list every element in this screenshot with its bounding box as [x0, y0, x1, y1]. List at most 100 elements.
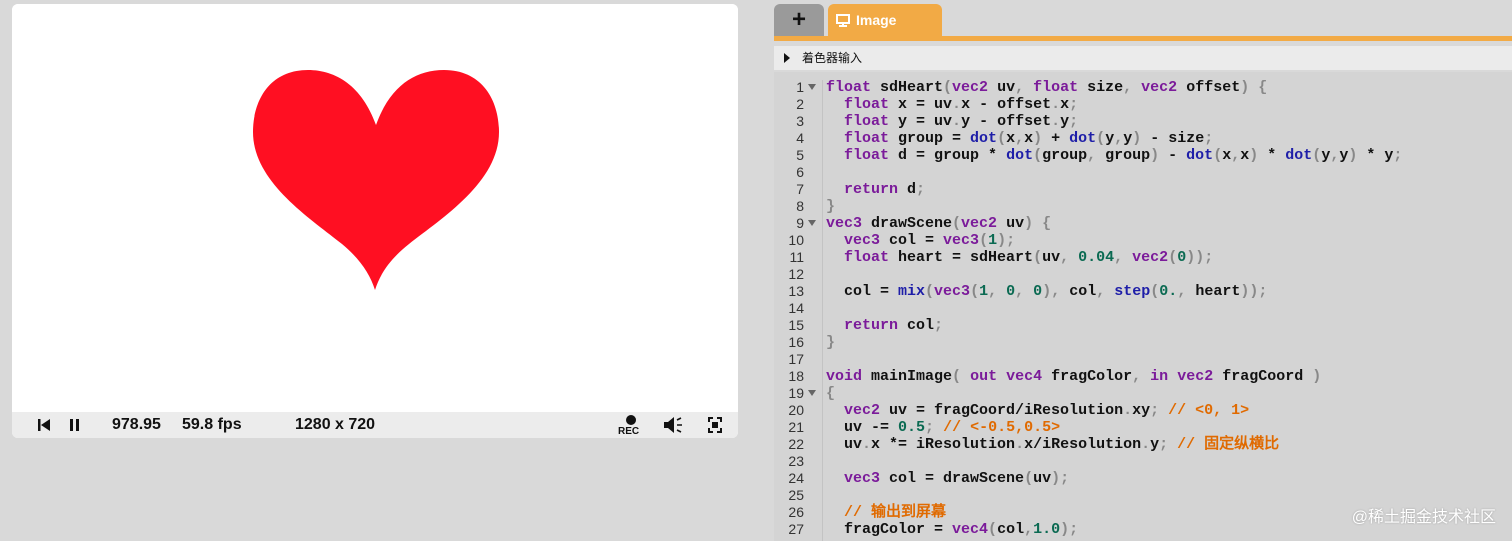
- line-number: 21: [788, 419, 804, 435]
- code-line[interactable]: 23: [774, 453, 1512, 470]
- code-line[interactable]: 12: [774, 266, 1512, 283]
- code-line[interactable]: 20 vec2 uv = fragCoord/iResolution.xy; /…: [774, 402, 1512, 419]
- code-text: float x = uv.x - offset.x;: [844, 96, 1079, 113]
- code-text: col = mix(vec3(1, 0, 0), col, step(0., h…: [826, 283, 1268, 300]
- code-line[interactable]: 21 uv -= 0.5; // <-0.5,0.5>: [774, 419, 1512, 436]
- code-line[interactable]: 25: [774, 487, 1512, 504]
- fps-readout: 59.8 fps: [182, 416, 242, 433]
- code-line[interactable]: 2 float x = uv.x - offset.x;: [774, 96, 1512, 113]
- line-number: 12: [788, 266, 804, 282]
- line-number: 25: [788, 487, 804, 503]
- code-line[interactable]: 24 vec3 col = drawScene(uv);: [774, 470, 1512, 487]
- volume-button[interactable]: [662, 412, 684, 438]
- tab-image[interactable]: Image: [828, 4, 942, 37]
- code-line[interactable]: 8}: [774, 198, 1512, 215]
- code-line[interactable]: 5 float d = group * dot(group, group) - …: [774, 147, 1512, 164]
- code-line[interactable]: 3 float y = uv.y - offset.y;: [774, 113, 1512, 130]
- code-line[interactable]: 22 uv.x *= iResolution.x/iResolution.y; …: [774, 436, 1512, 453]
- line-number: 14: [788, 300, 804, 316]
- fold-arrow-icon[interactable]: [808, 220, 816, 226]
- code-line[interactable]: 11 float heart = sdHeart(uv, 0.04, vec2(…: [774, 249, 1512, 266]
- line-number: 27: [788, 521, 804, 537]
- shader-inputs-toggle[interactable]: 着色器输入: [774, 46, 1512, 70]
- code-line[interactable]: 13 col = mix(vec3(1, 0, 0), col, step(0.…: [774, 283, 1512, 300]
- line-number: 20: [788, 402, 804, 418]
- resolution-readout: 1280 x 720: [295, 416, 376, 433]
- line-number: 13: [788, 283, 804, 299]
- code-text: uv -= 0.5; // <-0.5,0.5>: [826, 419, 1061, 436]
- code-line[interactable]: 1 float sdHeart(vec2 uv, float size, vec2…: [774, 79, 1512, 96]
- line-number: 10: [788, 232, 804, 248]
- code-text: }: [826, 334, 836, 351]
- watermark: @稀土掘金技术社区: [1351, 509, 1496, 526]
- tab-underline: [774, 36, 1512, 41]
- player-controls: 978.95 59.8 fps 1280 x 720 REC: [12, 412, 738, 438]
- line-number: 1: [796, 79, 804, 95]
- code-text: float d = group * dot(group, group) - do…: [844, 147, 1403, 164]
- expand-triangle-icon: [784, 53, 790, 63]
- line-number: 17: [788, 351, 804, 367]
- editor-tabs: + Image: [774, 2, 1512, 38]
- code-text: float heart = sdHeart(uv, 0.04, vec2(0))…: [844, 249, 1214, 266]
- code-line[interactable]: 15 return col;: [774, 317, 1512, 334]
- code-line[interactable]: 6: [774, 164, 1512, 181]
- monitor-icon: [836, 14, 850, 27]
- code-text: uv.x *= iResolution.x/iResolution.y; // …: [826, 436, 1280, 453]
- code-line[interactable]: 14: [774, 300, 1512, 317]
- rewind-icon: [38, 419, 50, 431]
- line-number: 2: [796, 96, 804, 112]
- fold-arrow-icon[interactable]: [808, 390, 816, 396]
- code-text: void mainImage( out vec4 fragColor, in v…: [826, 368, 1322, 385]
- code-text: float group = dot(x,x) + dot(y,y) - size…: [844, 130, 1214, 147]
- pause-icon: [70, 419, 79, 431]
- pause-button[interactable]: [68, 412, 82, 438]
- fold-arrow-icon[interactable]: [808, 84, 816, 90]
- code-text: return col;: [844, 317, 944, 334]
- line-number: 6: [796, 164, 804, 180]
- code-line[interactable]: 17: [774, 351, 1512, 368]
- code-line[interactable]: 9 vec3 drawScene(vec2 uv) {: [774, 215, 1512, 232]
- line-number: 15: [788, 317, 804, 333]
- shader-inputs-label: 着色器输入: [802, 51, 863, 65]
- line-number: 4: [796, 130, 804, 146]
- line-number: 19: [788, 385, 804, 401]
- tab-image-label: Image: [856, 12, 897, 28]
- code-text: vec3 drawScene(vec2 uv) {: [826, 215, 1052, 232]
- record-button[interactable]: REC: [618, 412, 642, 438]
- time-readout: 978.95: [112, 416, 161, 433]
- code-line[interactable]: 18 void mainImage( out vec4 fragColor, in…: [774, 368, 1512, 385]
- code-line[interactable]: 10 vec3 col = vec3(1);: [774, 232, 1512, 249]
- line-number: 9: [796, 215, 804, 231]
- code-line[interactable]: 16}: [774, 334, 1512, 351]
- code-text: {: [826, 385, 836, 402]
- line-number: 24: [788, 470, 804, 486]
- code-lines: 1 float sdHeart(vec2 uv, float size, vec2…: [774, 79, 1512, 538]
- code-text: vec3 col = drawScene(uv);: [844, 470, 1070, 487]
- line-number: 18: [788, 368, 804, 384]
- code-text: float y = uv.y - offset.y;: [844, 113, 1079, 130]
- record-icon: [626, 415, 636, 425]
- line-number: 5: [796, 147, 804, 163]
- line-number: 16: [788, 334, 804, 350]
- line-number: 3: [796, 113, 804, 129]
- fullscreen-button[interactable]: [706, 412, 724, 438]
- code-text: vec2 uv = fragCoord/iResolution.xy; // <…: [844, 402, 1250, 419]
- heart-shape: [253, 70, 499, 290]
- line-number: 23: [788, 453, 804, 469]
- code-line[interactable]: 7 return d;: [774, 181, 1512, 198]
- render-canvas[interactable]: [12, 4, 738, 412]
- rewind-button[interactable]: [36, 412, 52, 438]
- fullscreen-icon: [708, 417, 722, 433]
- code-text: }: [826, 198, 836, 215]
- code-text: vec3 col = vec3(1);: [844, 232, 1016, 249]
- line-number: 11: [789, 249, 804, 265]
- code-text: fragColor = vec4(col,1.0);: [826, 521, 1079, 538]
- add-tab-button[interactable]: +: [774, 4, 824, 37]
- line-number: 7: [796, 181, 804, 197]
- line-number: 22: [788, 436, 804, 452]
- code-line[interactable]: 19 {: [774, 385, 1512, 402]
- code-line[interactable]: 4 float group = dot(x,x) + dot(y,y) - si…: [774, 130, 1512, 147]
- code-editor[interactable]: 1 float sdHeart(vec2 uv, float size, vec2…: [774, 72, 1512, 541]
- code-text: return d;: [844, 181, 926, 198]
- line-number: 26: [788, 504, 804, 520]
